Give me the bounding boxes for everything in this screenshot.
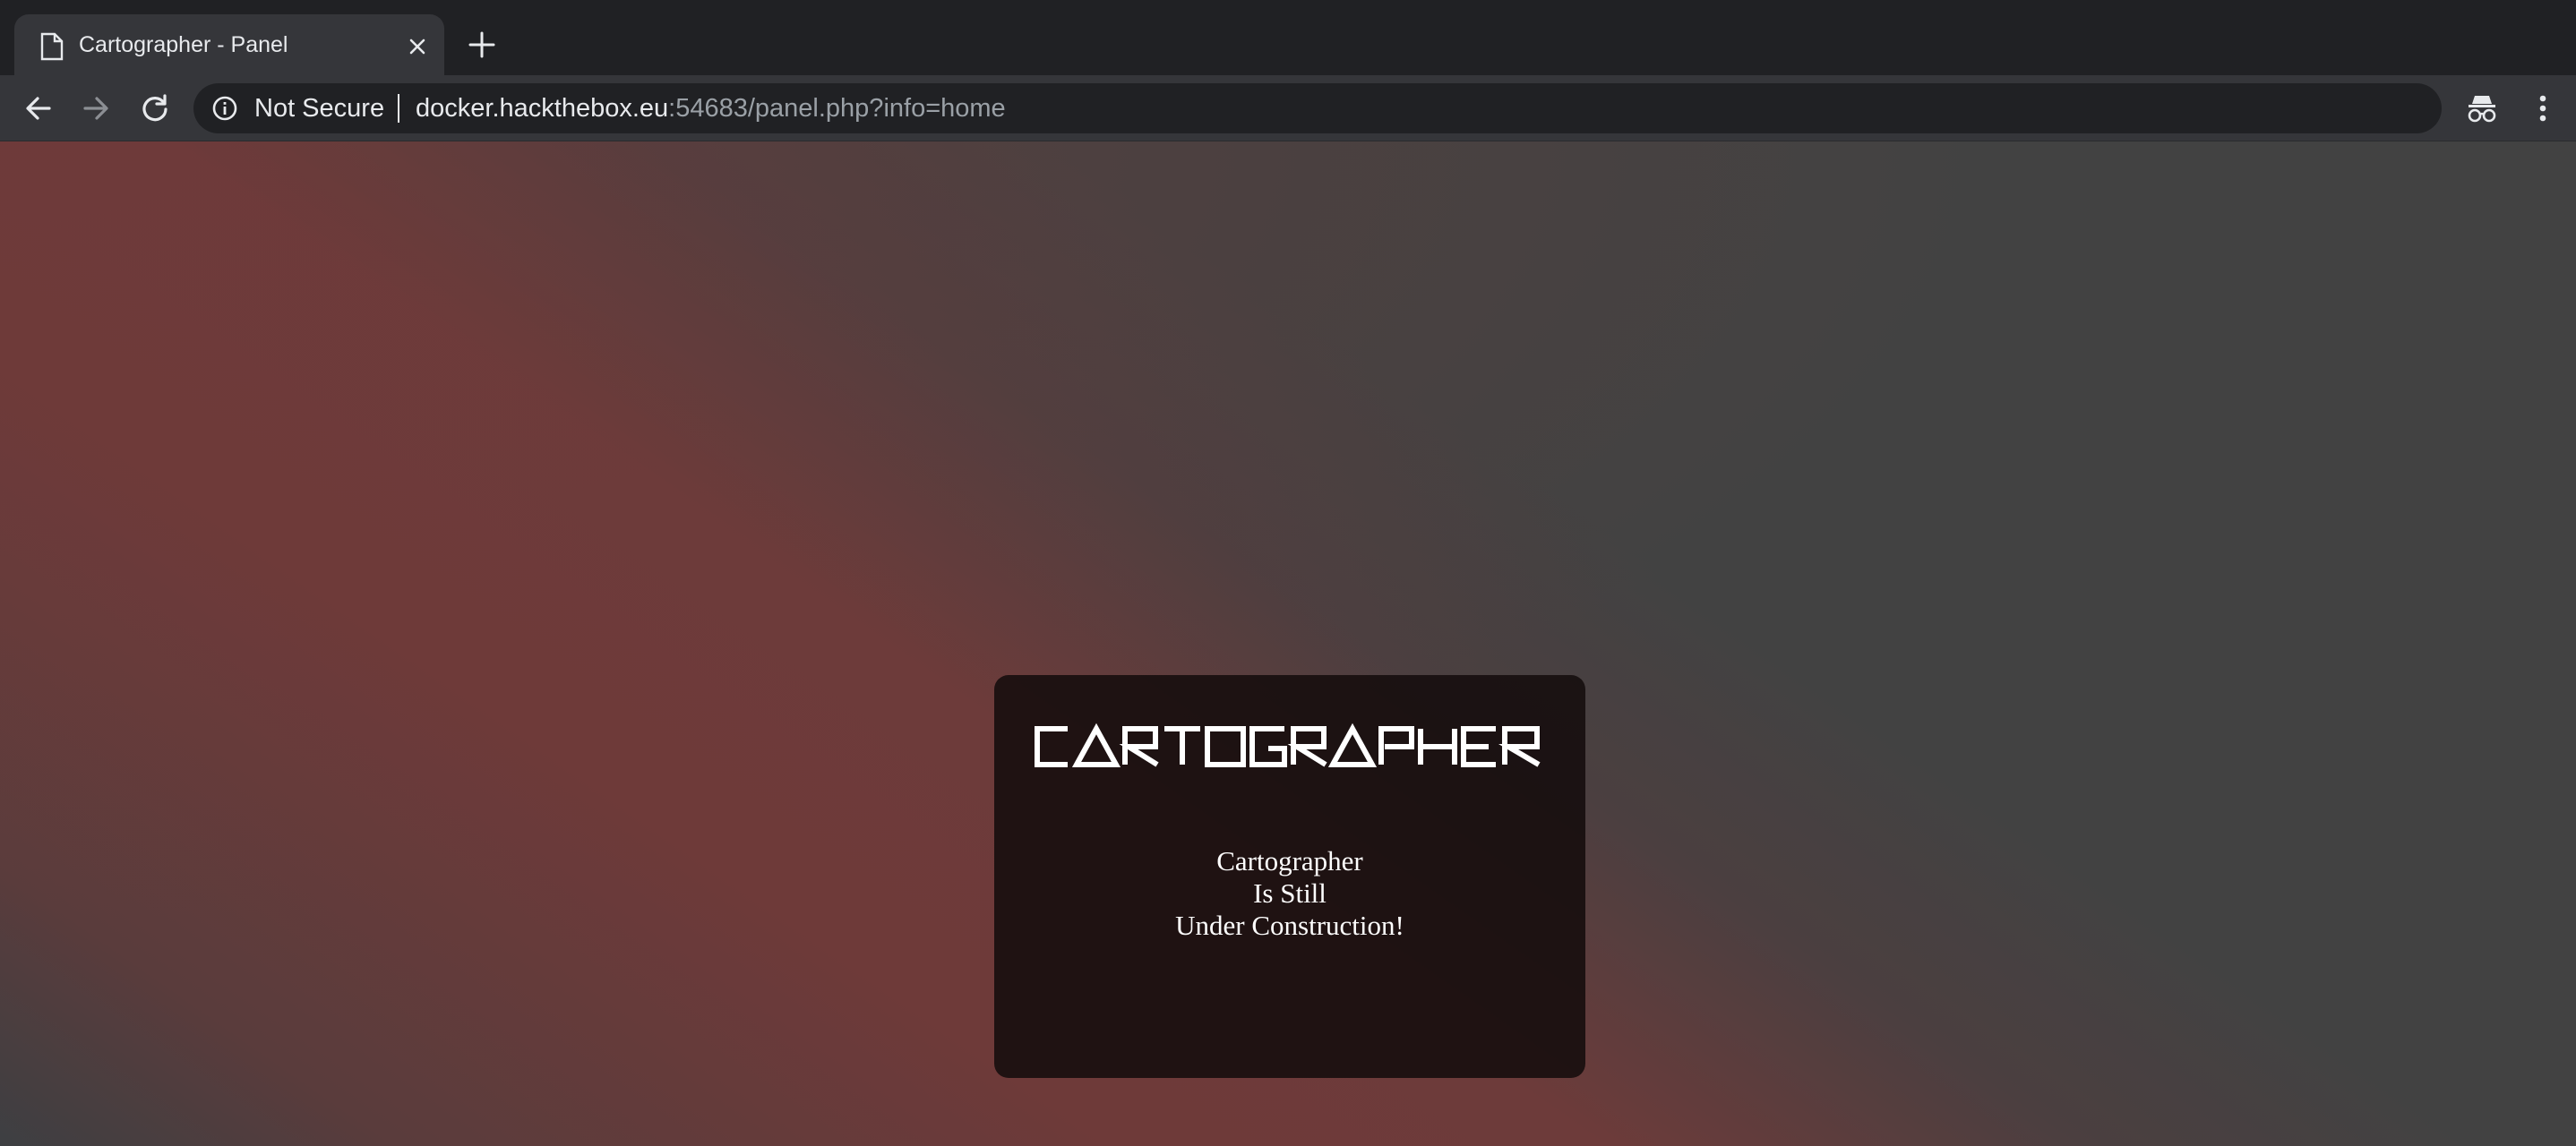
reload-icon[interactable] [136, 90, 174, 127]
info-icon[interactable] [211, 95, 238, 122]
address-bar[interactable]: Not Secure docker.hackthebox.eu:54683/pa… [193, 83, 2442, 133]
url-host: docker.hackthebox.eu [416, 94, 669, 123]
message-line: Cartographer [1216, 845, 1363, 877]
construction-panel: Cartographer Is Still Under Construction… [994, 675, 1585, 1078]
construction-message: Cartographer Is Still Under Construction… [994, 845, 1585, 942]
incognito-icon[interactable] [2465, 91, 2499, 125]
page-viewport: Cartographer Is Still Under Construction… [0, 141, 2576, 1146]
forward-arrow-icon[interactable] [77, 90, 115, 127]
url-path: :54683/panel.php?info=home [668, 94, 1006, 123]
message-line: Under Construction! [1175, 910, 1404, 941]
more-vertical-icon[interactable] [2526, 91, 2560, 125]
omnibox-divider [398, 94, 399, 123]
message-line: Is Still [1253, 877, 1327, 909]
new-tab-icon[interactable] [466, 29, 498, 61]
document-icon [40, 32, 64, 61]
back-arrow-icon[interactable] [20, 90, 57, 127]
security-status[interactable]: Not Secure [254, 94, 384, 123]
tab-title: Cartographer - Panel [79, 32, 288, 57]
browser-toolbar: Not Secure docker.hackthebox.eu:54683/pa… [0, 75, 2576, 141]
tab-strip: Cartographer - Panel [0, 0, 2576, 75]
url-text[interactable]: docker.hackthebox.eu:54683/panel.php?inf… [416, 94, 1006, 123]
cartographer-logo [1035, 723, 1541, 767]
browser-tab[interactable]: Cartographer - Panel [14, 14, 444, 75]
close-icon[interactable] [403, 32, 432, 61]
